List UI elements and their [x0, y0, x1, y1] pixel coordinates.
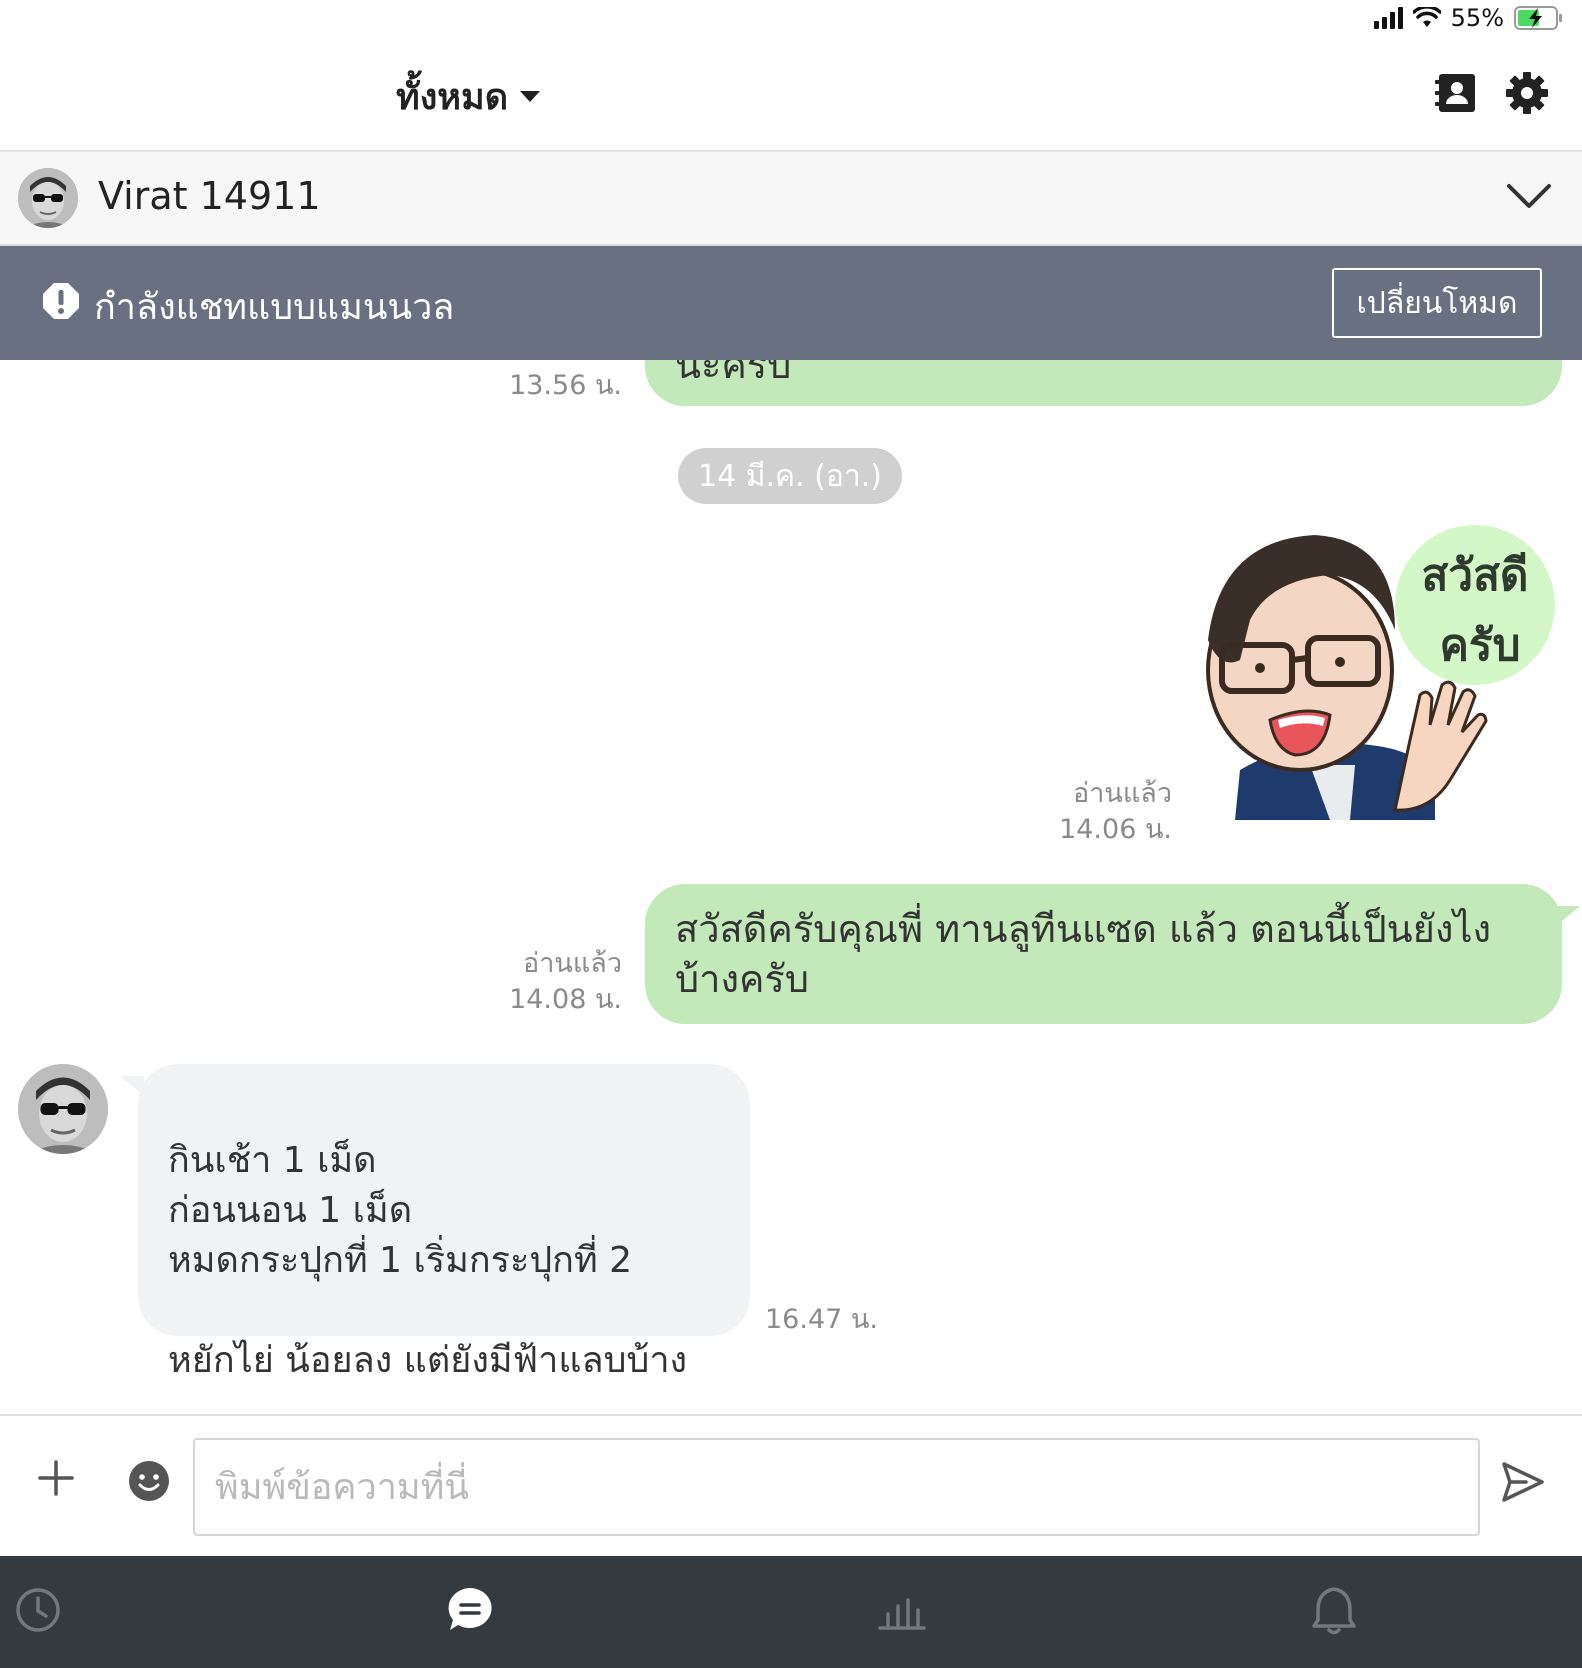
banner-text: กำลังแชทแบบแมนนวล: [94, 287, 455, 328]
contact-avatar[interactable]: [18, 168, 78, 228]
bell-icon[interactable]: [1308, 1584, 1360, 1636]
wifi-icon: [1412, 7, 1441, 27]
alert-icon: [43, 283, 79, 319]
bubble-tail: [1556, 906, 1580, 926]
battery-charging-icon: [1514, 6, 1562, 30]
send-icon[interactable]: [1500, 1460, 1544, 1504]
read-status: อ่านแล้ว: [440, 360, 622, 368]
message-composer: [0, 1414, 1582, 1558]
incoming-message-bubble[interactable]: กินเช้า 1 เม็ด ก่อนนอน 1 เม็ด หมดกระปุกท…: [138, 1064, 750, 1381]
filter-label: ทั้งหมด: [396, 77, 509, 118]
read-status: อ่านแล้ว: [1073, 778, 1172, 809]
message-input[interactable]: [193, 1438, 1480, 1536]
read-status: อ่านแล้ว: [523, 948, 622, 979]
manual-chat-banner: กำลังแชทแบบแมนนวล เปลี่ยนโหมด: [0, 246, 1582, 360]
message-text: สวัสดีครับคุณพี่ ทานลูทีนแซด แล้ว ตอนนี้…: [675, 907, 1492, 1001]
sticker-text-line2: ครับ: [1440, 620, 1521, 671]
status-bar: 55%: [0, 0, 1582, 40]
filter-dropdown[interactable]: ทั้งหมด: [396, 68, 541, 125]
caret-down-icon: [520, 91, 541, 102]
plus-icon[interactable]: [36, 1458, 76, 1498]
top-header: ทั้งหมด: [0, 40, 1582, 152]
message-text: กินเช้า 1 เม็ด ก่อนนอน 1 เม็ด หมดกระปุกท…: [168, 1140, 688, 1381]
emoji-icon[interactable]: [128, 1460, 170, 1502]
contact-book-icon[interactable]: [1434, 70, 1480, 116]
date-divider: 14 มี.ค. (อา.): [678, 448, 902, 504]
chevron-down-icon[interactable]: [1506, 178, 1552, 214]
outgoing-message-bubble[interactable]: สวัสดีครับคุณพี่ ทานลูทีนแซด แล้ว ตอนนี้…: [645, 884, 1562, 1024]
message-time: 16.47 น.: [765, 1304, 878, 1335]
chat-area[interactable]: อ่านแล้ว 13.56 น. นะครับ 14 มี.ค. (อา.) …: [0, 360, 1582, 1414]
battery-percent: 55%: [1450, 4, 1504, 32]
message-meta: อ่านแล้ว 14.08 น.: [440, 946, 622, 1018]
switch-mode-button[interactable]: เปลี่ยนโหมด: [1332, 268, 1542, 338]
contact-bar[interactable]: Virat 14911: [0, 152, 1582, 246]
sticker-greeting[interactable]: สวัสดี ครับ: [1180, 520, 1565, 820]
avatar-photo: [18, 168, 78, 228]
clock-icon[interactable]: [12, 1584, 64, 1636]
sticker-text-line1: สวัสดี: [1422, 550, 1529, 601]
message-meta: 16.47 น.: [765, 1302, 925, 1338]
message-text: นะครับ: [675, 360, 792, 387]
message-meta: อ่านแล้ว 13.56 น.: [440, 360, 622, 404]
signal-icon: [1373, 7, 1403, 29]
bottom-navigation: [0, 1556, 1582, 1668]
contact-name: Virat 14911: [98, 174, 321, 218]
message-time: 13.56 น.: [509, 370, 622, 401]
message-time: 14.06 น.: [1059, 814, 1172, 845]
chart-icon[interactable]: [876, 1584, 928, 1636]
gear-icon[interactable]: [1504, 70, 1550, 116]
outgoing-message-bubble[interactable]: นะครับ: [645, 360, 1562, 406]
avatar-photo: [18, 1064, 108, 1154]
message-meta: อ่านแล้ว 14.06 น.: [970, 776, 1172, 848]
sender-avatar[interactable]: [18, 1064, 108, 1154]
status-indicators: 55%: [1373, 4, 1564, 32]
chat-icon[interactable]: [444, 1584, 496, 1636]
message-time: 14.08 น.: [509, 984, 622, 1015]
